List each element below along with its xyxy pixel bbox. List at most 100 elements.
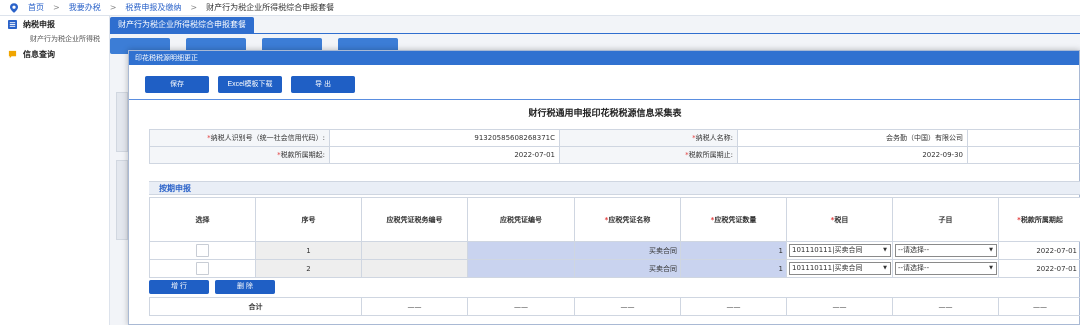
column-header-voucher-no: 应税凭证编号 (467, 197, 575, 242)
column-header-select: 选择 (149, 197, 256, 242)
voucher-no-input[interactable] (467, 259, 575, 278)
tab-underline (110, 33, 1080, 34)
label-text: 税款所属期起: (280, 151, 325, 159)
header-text: 应税凭证数量 (714, 215, 757, 224)
voucher-name-input[interactable]: 买卖合同 (574, 241, 681, 260)
header-text: 选择 (195, 215, 210, 224)
quantity-input[interactable]: 1 (680, 259, 787, 278)
column-header-seq: 序号 (255, 197, 362, 242)
period-end-value: 2022-09-30 (737, 146, 968, 164)
sub-item-select[interactable]: --请选择-- (895, 262, 997, 275)
row-checkbox[interactable] (196, 262, 209, 275)
breadcrumb-home[interactable]: 首页 (28, 2, 44, 13)
divider (129, 99, 1080, 100)
sidebar-item-label: 纳税申报 (23, 19, 55, 29)
label-text: 税款所属期止: (688, 151, 733, 159)
total-dash: —— (361, 297, 468, 316)
info-cell-empty (967, 129, 1080, 147)
tax-item-select[interactable]: 101110111|买卖合同 (789, 244, 891, 257)
sub-item-cell: --请选择-- (892, 241, 999, 260)
seq-cell: 2 (255, 259, 362, 278)
section-periodic-declaration: 按期申报 (149, 181, 1080, 195)
tab-combined-declaration[interactable]: 财产行为税企业所得税综合申报套餐 (110, 17, 254, 33)
column-header-period-start: *税款所属期起 (998, 197, 1080, 242)
total-table: 合计 —— —— —— —— —— —— —— (149, 297, 1080, 316)
period-end-label: *税款所属期止: (559, 146, 738, 164)
total-row: 合计 —— —— —— —— —— —— —— (149, 297, 1080, 316)
stamp-tax-source-table: 选择 序号 应税凭证税务编号 应税凭证编号 *应税凭证名称 *应税凭证数量 *税… (149, 197, 1080, 278)
breadcrumb-tax[interactable]: 我要办税 (69, 2, 101, 13)
seq-cell: 1 (255, 241, 362, 260)
breadcrumb-separator: > (109, 3, 117, 12)
taxpayer-id-label: *纳税人识别号（统一社会信用代码）: (149, 129, 330, 147)
header-text: 税目 (834, 215, 849, 224)
voucher-no-input[interactable] (467, 241, 575, 260)
dialog-toolbar: 保存 Excel模板下载 导 出 (145, 76, 355, 93)
period-start-value: 2022-07-01 (329, 146, 560, 164)
table-header-row: 选择 序号 应税凭证税务编号 应税凭证编号 *应税凭证名称 *应税凭证数量 *税… (149, 197, 1080, 242)
select-cell (149, 259, 256, 278)
voucher-name-input[interactable]: 买卖合同 (574, 259, 681, 278)
tax-voucher-no-cell (361, 241, 468, 260)
sidebar: 纳税申报 财产行为税企业所得税 信息查询 (0, 16, 110, 325)
sidebar-item-info-query[interactable]: 信息查询 (0, 46, 109, 62)
breadcrumb-separator: > (190, 3, 198, 12)
quantity-input[interactable]: 1 (680, 241, 787, 260)
breadcrumb-current: 财产行为税企业所得税综合申报套餐 (206, 3, 335, 12)
add-row-button[interactable]: 增 行 (149, 280, 209, 294)
select-cell (149, 241, 256, 260)
tax-item-cell: 101110111|买卖合同 (786, 241, 893, 260)
label-text: 纳税人识别号（统一社会信用代码）: (210, 134, 325, 142)
period-start-label: *税款所属期起: (149, 146, 330, 164)
taxpayer-id-value: 91320585608268371C (329, 129, 560, 147)
tax-voucher-no-cell (361, 259, 468, 278)
header-text: 序号 (301, 215, 316, 224)
total-dash: —— (680, 297, 787, 316)
sidebar-item-label: 信息查询 (23, 49, 55, 59)
header-text: 应税凭证编号 (500, 215, 542, 224)
sidebar-subitem-property-tax[interactable]: 财产行为税企业所得税 (0, 32, 109, 46)
table-row: 1 买卖合同 1 101110111|买卖合同 --请选择-- 2022-07-… (149, 241, 1080, 260)
period-start-cell: 2022-07-01 (998, 241, 1080, 260)
form-title: 财行税通用申报印花税税源信息采集表 (528, 109, 682, 119)
row-checkbox[interactable] (196, 244, 209, 257)
sidebar-item-tax-declare[interactable]: 纳税申报 (0, 16, 109, 32)
background-panel (116, 92, 128, 152)
stamp-tax-correction-dialog: 印花税税源明细更正 保存 Excel模板下载 导 出 财行税通用申报印花税税源信… (128, 50, 1080, 325)
total-dash: —— (467, 297, 575, 316)
sub-item-select[interactable]: --请选择-- (895, 244, 997, 257)
breadcrumb-separator: > (53, 3, 60, 12)
header-text: 应税凭证税务编号 (386, 215, 443, 224)
delete-row-button[interactable]: 删 除 (215, 280, 275, 294)
header-text: 税款所属期起 (1020, 215, 1063, 224)
header-text: 应税凭证名称 (608, 215, 651, 224)
column-header-tax-voucher-no: 应税凭证税务编号 (361, 197, 468, 242)
chat-bubble-icon (8, 50, 17, 58)
row-actions: 增 行 删 除 (149, 280, 275, 294)
total-dash: —— (574, 297, 681, 316)
breadcrumb-bar: 首页 > 我要办税 > 税费申报及缴纳 > 财产行为税企业所得税综合申报套餐 (0, 0, 1080, 16)
info-cell-empty (967, 146, 1080, 164)
header-text: 子目 (938, 215, 953, 224)
taxpayer-name-value: 会务勤（中国）有限公司 (737, 129, 968, 147)
save-button[interactable]: 保存 (145, 76, 209, 93)
column-header-sub-item: 子目 (892, 197, 999, 242)
column-header-tax-item: *税目 (786, 197, 893, 242)
info-row: *纳税人识别号（统一社会信用代码）: 91320585608268371C *纳… (149, 129, 1080, 147)
total-dash: —— (786, 297, 893, 316)
period-start-cell: 2022-07-01 (998, 259, 1080, 278)
location-pin-icon (10, 2, 18, 13)
taxpayer-info-table: *纳税人识别号（统一社会信用代码）: 91320585608268371C *纳… (149, 129, 1080, 164)
label-text: 纳税人名称: (695, 134, 733, 142)
total-dash: —— (892, 297, 999, 316)
breadcrumb-declare[interactable]: 税费申报及缴纳 (125, 2, 181, 13)
export-button[interactable]: 导 出 (291, 76, 355, 93)
taxpayer-name-label: *纳税人名称: (559, 129, 738, 147)
tax-item-cell: 101110111|买卖合同 (786, 259, 893, 278)
excel-template-download-button[interactable]: Excel模板下载 (218, 76, 282, 93)
column-header-voucher-name: *应税凭证名称 (574, 197, 681, 242)
background-panel (116, 160, 128, 240)
table-row: 2 买卖合同 1 101110111|买卖合同 --请选择-- 2022-07-… (149, 259, 1080, 278)
total-label: 合计 (149, 297, 362, 316)
tax-item-select[interactable]: 101110111|买卖合同 (789, 262, 891, 275)
